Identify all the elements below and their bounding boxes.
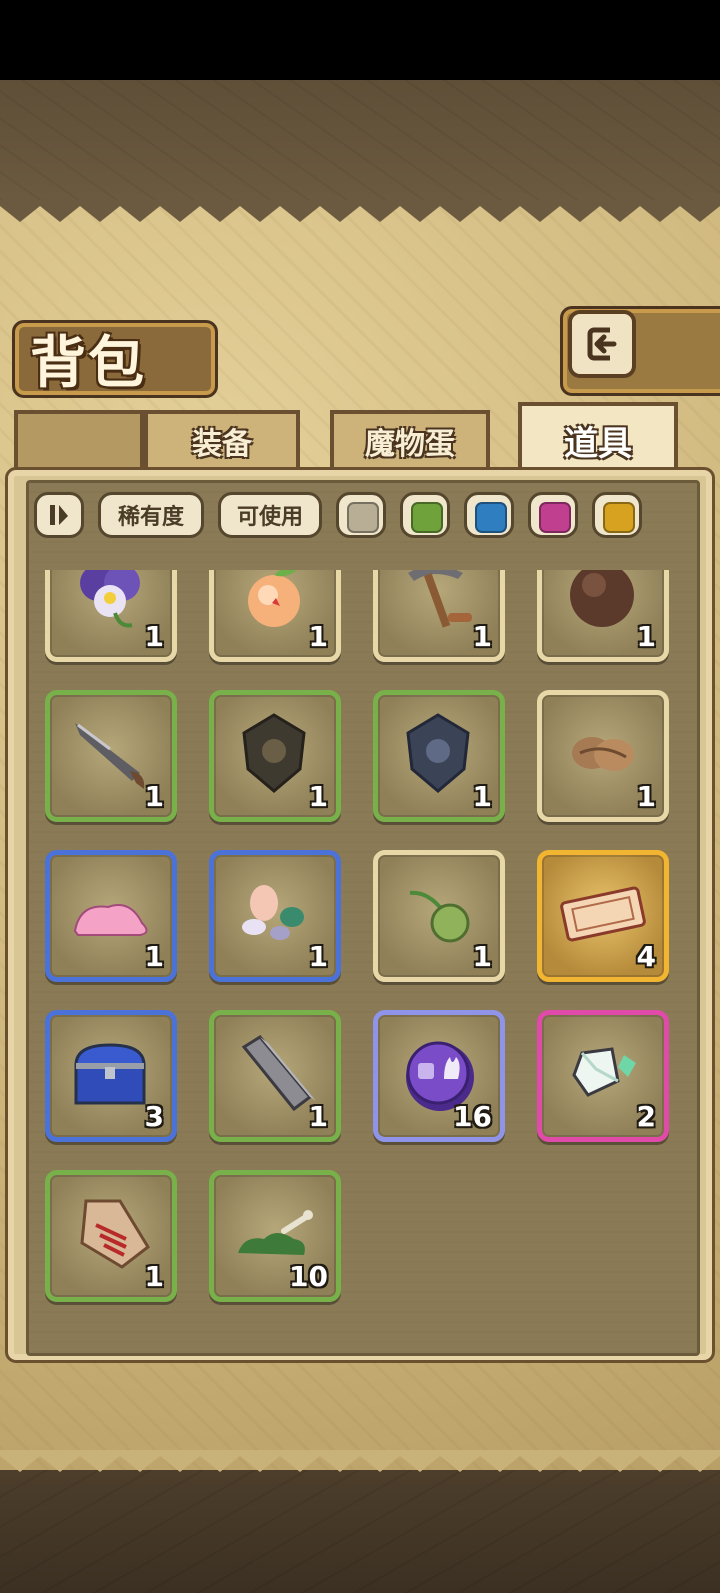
rarity-filter-button[interactable]: 稀有度 <box>98 492 204 538</box>
item-count: 1 <box>308 620 328 653</box>
item-count: 1 <box>308 780 328 813</box>
item-slot[interactable]: 1 <box>537 570 669 662</box>
swatch-color <box>539 502 571 533</box>
page-title: 背包 <box>30 331 146 396</box>
rarity-filter-white[interactable] <box>336 492 386 538</box>
item-grid[interactable]: 1 1 1 1 1 1 1 1 1 1 1 4 3 1 16 2 1 10 <box>40 570 680 1310</box>
item-slot[interactable]: 1 <box>373 570 505 662</box>
item-count: 1 <box>308 940 328 973</box>
item-slot[interactable]: 1 <box>209 1010 341 1142</box>
item-slot[interactable]: 1 <box>373 690 505 822</box>
item-slot[interactable]: 1 <box>373 850 505 982</box>
sort-icon <box>50 505 68 525</box>
item-slot[interactable]: 1 <box>537 690 669 822</box>
back-button[interactable] <box>568 310 636 378</box>
rarity-filter-blue[interactable] <box>464 492 514 538</box>
tab-equipment[interactable]: 装备 <box>144 410 300 468</box>
item-count: 3 <box>144 1100 164 1133</box>
item-count: 1 <box>636 620 656 653</box>
rarity-filter-green[interactable] <box>400 492 450 538</box>
item-count: 1 <box>144 780 164 813</box>
status-bar <box>0 0 720 80</box>
sort-button[interactable] <box>34 492 84 538</box>
back-arrow-icon <box>587 327 617 361</box>
item-slot[interactable]: 10 <box>209 1170 341 1302</box>
item-count: 4 <box>636 940 656 973</box>
torn-edge-top <box>0 200 720 222</box>
item-count: 1 <box>308 1100 328 1133</box>
item-slot[interactable]: 1 <box>209 570 341 662</box>
item-slot[interactable]: 1 <box>209 850 341 982</box>
item-slot[interactable]: 1 <box>45 570 177 662</box>
item-count: 1 <box>472 620 492 653</box>
item-slot[interactable]: 16 <box>373 1010 505 1142</box>
item-count: 1 <box>472 940 492 973</box>
map-background-top <box>0 80 720 200</box>
item-slot[interactable]: 1 <box>45 1170 177 1302</box>
usable-filter-button[interactable]: 可使用 <box>218 492 322 538</box>
swatch-color <box>603 502 635 533</box>
item-count: 1 <box>144 1260 164 1293</box>
tab-items[interactable]: 道具 <box>518 402 678 474</box>
item-count: 1 <box>144 940 164 973</box>
rarity-filter-pink[interactable] <box>528 492 578 538</box>
item-count: 10 <box>289 1260 328 1293</box>
swatch-color <box>475 502 507 533</box>
item-slot[interactable]: 1 <box>209 690 341 822</box>
item-slot[interactable]: 3 <box>45 1010 177 1142</box>
rarity-filter-gold[interactable] <box>592 492 642 538</box>
map-background-bottom <box>0 1470 720 1593</box>
torn-edge-bottom <box>0 1450 720 1472</box>
item-count: 1 <box>472 780 492 813</box>
swatch-color <box>347 502 379 533</box>
item-count: 2 <box>636 1100 656 1133</box>
item-slot[interactable]: 1 <box>45 850 177 982</box>
tab-monster-egg[interactable]: 魔物蛋 <box>330 410 490 468</box>
item-count: 1 <box>636 780 656 813</box>
item-slot[interactable]: 1 <box>45 690 177 822</box>
item-slot[interactable]: 4 <box>537 850 669 982</box>
item-slot[interactable]: 2 <box>537 1010 669 1142</box>
item-count: 16 <box>453 1100 492 1133</box>
item-count: 1 <box>144 620 164 653</box>
tab-spacer <box>14 410 144 468</box>
swatch-color <box>411 502 443 533</box>
